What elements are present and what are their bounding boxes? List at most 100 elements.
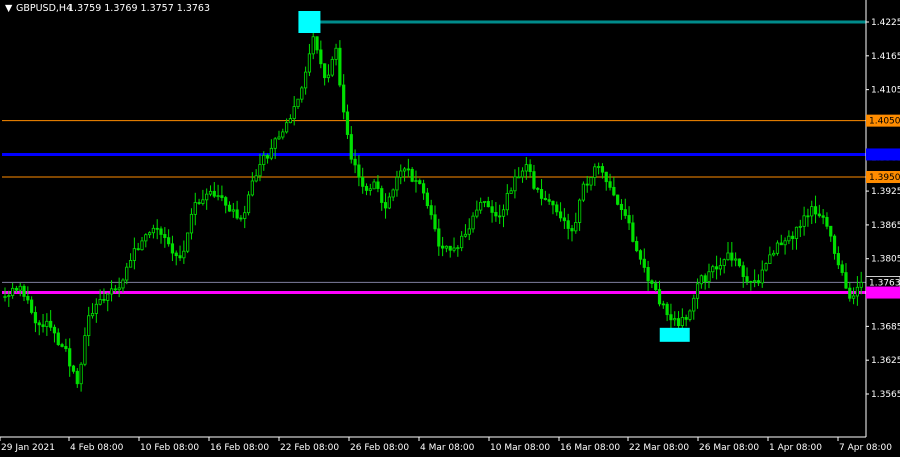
candle xyxy=(741,261,745,288)
candle-body xyxy=(338,47,342,86)
candle-body xyxy=(342,84,346,113)
candle-body xyxy=(132,248,136,261)
candle-body xyxy=(585,183,589,186)
chart-canvas[interactable]: 1.42251.41651.41051.39851.39251.38651.38… xyxy=(0,0,900,453)
candle xyxy=(151,224,156,239)
candle-body xyxy=(532,171,536,189)
candle-body xyxy=(760,269,764,284)
candle xyxy=(41,313,45,333)
candle xyxy=(243,205,247,229)
candle-body xyxy=(730,252,734,261)
candle xyxy=(635,236,639,253)
candle xyxy=(532,164,536,191)
marker-rectangle[interactable] xyxy=(298,11,321,33)
candle xyxy=(475,200,479,219)
candle xyxy=(220,185,224,202)
candle xyxy=(406,158,410,178)
candle-body xyxy=(113,288,117,291)
candle-body xyxy=(547,199,551,202)
candle xyxy=(56,328,60,347)
candle-body xyxy=(673,318,677,321)
candle xyxy=(269,139,273,161)
candle-body xyxy=(794,226,799,239)
candle-body xyxy=(425,192,429,207)
candle xyxy=(22,284,26,302)
candle xyxy=(661,300,665,309)
candle xyxy=(319,40,323,69)
candle xyxy=(718,257,722,276)
candle-body xyxy=(273,138,277,149)
candle xyxy=(399,164,403,185)
candle-body xyxy=(361,176,365,187)
candle-body xyxy=(578,199,582,223)
candle-body xyxy=(189,213,194,234)
candle-body xyxy=(186,232,190,252)
candle-body xyxy=(562,217,566,222)
candle-body xyxy=(661,303,665,306)
candle xyxy=(787,230,791,245)
candle-body xyxy=(813,206,818,215)
candle xyxy=(783,237,787,255)
candle-body xyxy=(292,106,296,120)
candle-body xyxy=(7,295,11,297)
candle-body xyxy=(536,187,540,190)
candle xyxy=(71,364,76,374)
candle xyxy=(631,214,635,243)
menu-triangle-icon[interactable]: ▼ xyxy=(5,3,13,14)
candle xyxy=(517,167,521,179)
candle xyxy=(597,162,601,175)
candle-body xyxy=(524,164,528,172)
candle xyxy=(224,195,228,214)
candle xyxy=(669,303,673,331)
candle xyxy=(167,229,171,247)
candle-body xyxy=(654,283,658,290)
candle xyxy=(832,234,837,260)
candle-body xyxy=(26,296,30,301)
candle xyxy=(737,258,742,268)
y-tick-label: 1.4105 xyxy=(871,86,900,96)
candle-body xyxy=(764,263,768,271)
candle-body xyxy=(323,63,327,79)
candle-body xyxy=(383,202,388,209)
candle xyxy=(109,280,114,302)
candle-body xyxy=(151,227,156,234)
candle-body xyxy=(703,275,707,282)
candle xyxy=(3,287,7,302)
candle xyxy=(52,324,57,343)
candle-body xyxy=(64,346,68,350)
candle-body xyxy=(753,280,757,283)
candle xyxy=(421,179,426,200)
chart-header: ▼ GBPUSD,H4 1.3759 1.3769 1.3757 1.3763 xyxy=(5,3,210,14)
candle xyxy=(216,184,220,201)
candle-body xyxy=(543,198,547,201)
candle xyxy=(372,179,376,190)
candle xyxy=(779,234,783,246)
candle xyxy=(829,225,833,242)
candle-body xyxy=(265,154,270,159)
x-tick-label: 10 Feb 08:00 xyxy=(140,443,199,453)
candle-body xyxy=(148,232,152,236)
candle xyxy=(30,296,34,315)
candle-body xyxy=(243,212,247,219)
candle-body xyxy=(3,296,7,298)
candle xyxy=(593,163,597,186)
candle xyxy=(265,153,270,164)
candle xyxy=(539,179,544,206)
candle xyxy=(825,212,829,230)
candle xyxy=(174,250,178,266)
candle-body xyxy=(779,242,783,246)
candle-body xyxy=(399,170,403,178)
candle-body xyxy=(71,365,76,372)
candle xyxy=(425,187,429,209)
candle xyxy=(87,306,91,347)
candle xyxy=(433,205,437,232)
price-chart[interactable]: 1.42251.41651.41051.39851.39251.38651.38… xyxy=(0,0,900,453)
candle-body xyxy=(239,217,243,220)
marker-rectangle[interactable] xyxy=(659,327,690,342)
candle-body xyxy=(117,287,121,291)
candle xyxy=(851,287,856,305)
candle xyxy=(144,233,148,248)
candle-body xyxy=(555,204,559,213)
candle-body xyxy=(859,281,863,288)
candle-body xyxy=(608,181,612,188)
